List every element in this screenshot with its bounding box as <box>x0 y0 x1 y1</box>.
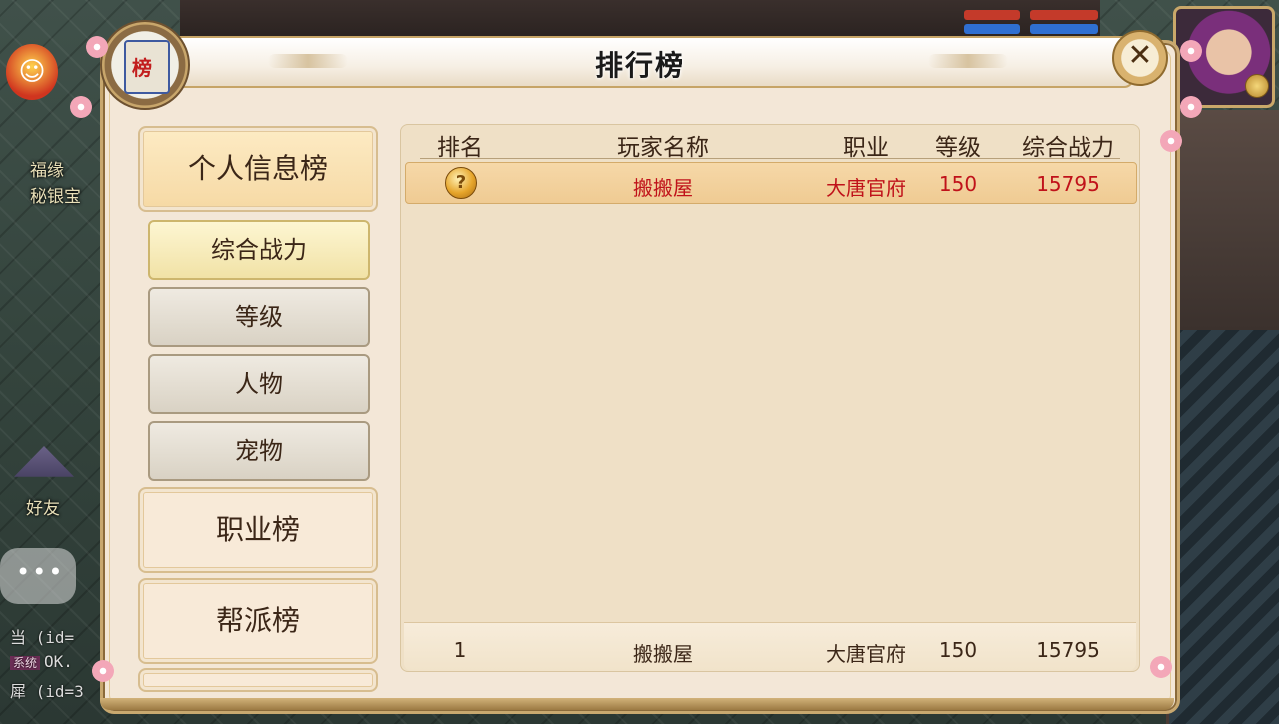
page-title: 排行榜 <box>594 49 685 82</box>
my-job: 大唐官府 <box>826 642 906 666</box>
row-player-name: 搬搬屋 <box>633 176 693 200</box>
sub-tab-character[interactable]: 人物 <box>148 354 370 414</box>
scroll-icon: 榜 <box>124 40 170 94</box>
treasure-label[interactable]: 秘银宝 <box>30 182 81 207</box>
right-building-wall <box>1169 110 1279 330</box>
table-row[interactable] <box>405 162 1137 204</box>
hp-bar <box>964 10 1020 20</box>
close-button[interactable]: ✕ <box>1112 30 1168 86</box>
header-divider <box>420 158 1120 159</box>
my-rank-row <box>404 622 1136 671</box>
panel-bottom-edge <box>100 698 1174 710</box>
chat-log-line-3: 犀 (id=3 <box>10 682 84 701</box>
header-job: 职业 <box>843 135 889 161</box>
friend-label[interactable]: 好友 <box>26 494 60 519</box>
status-bars <box>920 6 1100 36</box>
ranking-table <box>400 124 1140 672</box>
my-player-name: 搬搬屋 <box>633 642 693 666</box>
pet-mp-bar <box>1030 24 1098 34</box>
my-level: 150 <box>938 638 978 662</box>
system-tag: 系统 <box>10 656 41 670</box>
sub-tab-level[interactable]: 等级 <box>148 287 370 347</box>
coin-icon[interactable] <box>1245 74 1269 98</box>
category-job-label: 职业榜 <box>215 513 300 546</box>
flower-ornament <box>1160 130 1182 152</box>
my-power: 15795 <box>1036 638 1100 662</box>
header-power: 综合战力 <box>1022 135 1114 161</box>
flower-ornament <box>1150 656 1172 678</box>
row-level: 150 <box>938 172 978 196</box>
header-rank: 排名 <box>437 135 483 161</box>
chat-bubble-icon[interactable]: ••• <box>0 548 76 604</box>
mp-bar <box>964 24 1020 34</box>
fortune-label[interactable]: 福缘 <box>30 156 64 181</box>
flower-ornament <box>1180 96 1202 118</box>
close-icon: ✕ <box>1127 38 1153 73</box>
category-personal-info[interactable]: 个人信息榜 <box>138 126 378 212</box>
sub-tab-pet[interactable]: 宠物 <box>148 421 370 481</box>
flower-ornament <box>70 96 92 118</box>
rank-medal-icon: ? <box>445 167 477 199</box>
header-level: 等级 <box>935 135 981 161</box>
category-personal-label: 个人信息榜 <box>187 152 328 185</box>
row-job: 大唐官府 <box>826 176 906 200</box>
flower-ornament <box>92 660 114 682</box>
flower-ornament <box>1180 40 1202 62</box>
right-tiled-roof <box>1166 330 1279 724</box>
fortune-god-icon[interactable]: ☺ <box>6 44 58 100</box>
category-guild-label: 帮派榜 <box>215 604 300 637</box>
friend-hat-icon[interactable] <box>14 446 74 477</box>
sub-tab-combat-power[interactable]: 综合战力 <box>148 220 370 280</box>
emblem-text: 榜 <box>132 56 152 80</box>
my-rank: 1 <box>453 638 467 662</box>
chat-log-line-2: 系统 OK. <box>10 652 73 671</box>
row-power: 15795 <box>1036 172 1100 196</box>
pet-hp-bar <box>1030 10 1098 20</box>
chat-log-line-1: 当 (id= <box>10 628 75 647</box>
category-guild[interactable]: 帮派榜 <box>138 578 378 664</box>
category-more[interactable] <box>138 668 378 692</box>
chat-dots: ••• <box>16 558 65 586</box>
title-bar: 排行榜 <box>146 36 1134 88</box>
flower-ornament <box>86 36 108 58</box>
header-name: 玩家名称 <box>617 135 709 161</box>
ranking-emblem-icon: 榜 <box>100 20 190 110</box>
category-job[interactable]: 职业榜 <box>138 487 378 573</box>
